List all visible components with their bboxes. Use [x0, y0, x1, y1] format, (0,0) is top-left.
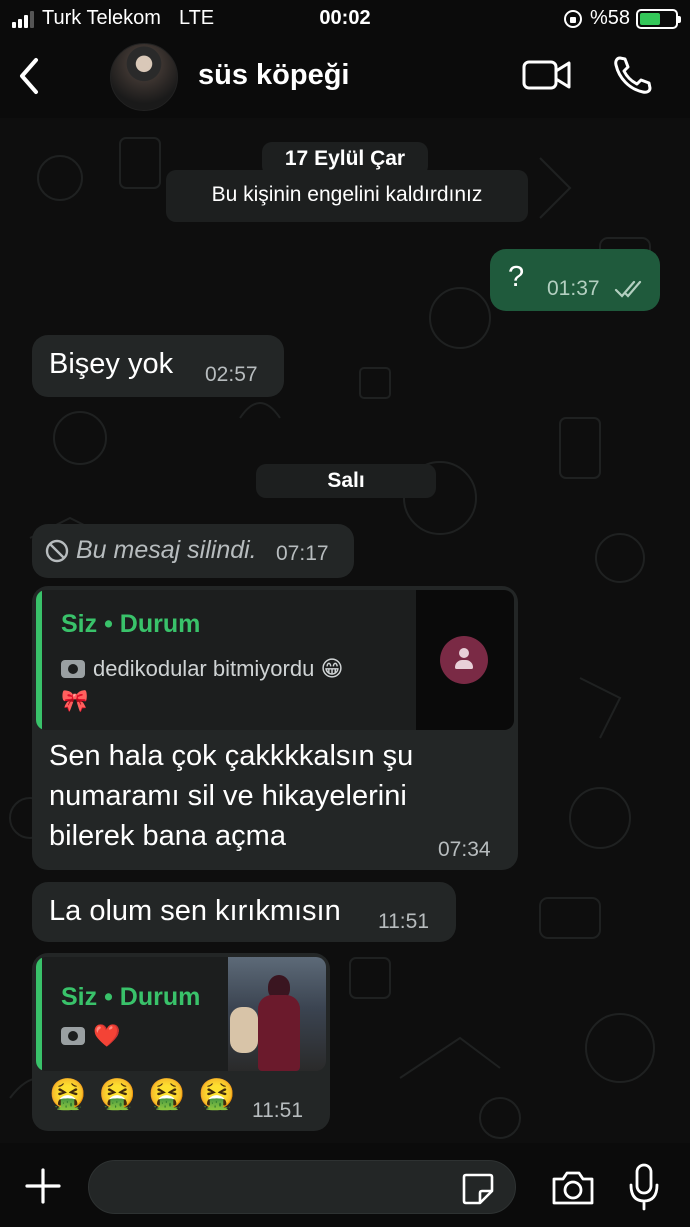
battery-percent: %58 [589, 7, 630, 29]
battery-icon [636, 8, 681, 29]
microphone-icon[interactable] [628, 1163, 660, 1211]
plus-icon[interactable] [24, 1167, 62, 1205]
message-bubble-incoming[interactable]: Siz • Durum ❤️ 🤮 🤮 🤮 🤮 11:51 [32, 953, 330, 1131]
system-note-text: Bu kişinin engelini kaldırdınız [211, 183, 483, 206]
quote-text-2: 🎀 [61, 688, 89, 713]
date-label: Salı [327, 469, 365, 492]
message-bubble-incoming[interactable]: Bişey yok 02:57 [32, 335, 284, 397]
video-camera-icon[interactable] [522, 58, 572, 92]
quote-title: Siz • Durum [61, 610, 201, 638]
quote-caption-2: 🎀 [61, 688, 88, 714]
message-text: Sen hala çok çakkkkalsın şu numaramı sil… [49, 736, 413, 856]
deleted-icon [45, 539, 69, 563]
person-placeholder-icon [440, 636, 488, 684]
status-right: %58 [562, 7, 681, 30]
camera-icon[interactable] [550, 1169, 596, 1207]
message-text: ? [508, 261, 525, 293]
message-bubble-incoming[interactable]: Siz • Durum dedikodular bitmiyordu 😁 🎀 S… [32, 586, 518, 870]
message-bubble-outgoing[interactable]: ? 01:37 [490, 249, 660, 311]
date-separator: Salı [256, 464, 436, 498]
quote-thumbnail [416, 590, 514, 730]
message-line: Sen hala çok çakkkkalsın şu [49, 740, 414, 772]
phone-icon[interactable] [612, 54, 654, 96]
quoted-status[interactable]: Siz • Durum dedikodular bitmiyordu 😁 🎀 [36, 590, 514, 730]
message-time: 07:34 [438, 838, 491, 861]
double-check-icon [614, 280, 642, 298]
message-text: 🤮 🤮 🤮 🤮 [49, 1078, 238, 1111]
message-line: numaramı sil ve hikayelerini [49, 780, 407, 812]
chevron-left-icon[interactable] [14, 56, 44, 96]
sticker-icon[interactable] [460, 1171, 496, 1207]
camera-small-icon [61, 660, 85, 678]
message-time: 11:51 [252, 1099, 303, 1122]
quoted-status[interactable]: Siz • Durum ❤️ [36, 957, 326, 1071]
message-time: 11:51 [378, 910, 429, 933]
message-bubble-incoming[interactable]: La olum sen kırıkmısın 11:51 [32, 882, 456, 942]
message-time: 02:57 [205, 363, 258, 386]
quote-caption: ❤️ [61, 1023, 120, 1049]
quote-thumbnail [228, 957, 326, 1071]
message-line: bilerek bana açma [49, 820, 286, 852]
message-text: La olum sen kırıkmısın [49, 895, 341, 927]
quote-text: dedikodular bitmiyordu 😁 [93, 656, 344, 681]
status-bar: Turk Telekom LTE 00:02 %58 [0, 0, 690, 38]
camera-small-icon [61, 1027, 85, 1045]
date-label: 17 Eylül Çar [284, 147, 406, 170]
message-text: Bişey yok [49, 348, 174, 380]
chat-area[interactable]: 17 Eylül Çar Bu kişinin engelini kaldırd… [0, 118, 690, 1143]
quote-caption: dedikodular bitmiyordu 😁 [61, 656, 343, 682]
composer-bar [0, 1143, 690, 1227]
message-bubble-deleted[interactable]: Bu mesaj silindi. 07:17 [32, 524, 354, 578]
avatar[interactable] [110, 43, 178, 111]
quote-title: Siz • Durum [61, 983, 201, 1011]
system-note: Bu kişinin engelini kaldırdınız [166, 170, 528, 222]
quote-bar [36, 957, 42, 1071]
quote-bar [36, 590, 42, 730]
quote-text: ❤️ [93, 1023, 121, 1048]
orientation-lock-icon [563, 9, 582, 28]
message-time: 07:17 [276, 542, 329, 565]
chat-header: süs köpeği [0, 38, 690, 118]
message-input[interactable] [88, 1160, 516, 1214]
contact-name[interactable]: süs köpeği [198, 59, 350, 92]
message-text: Bu mesaj silindi. [76, 536, 257, 564]
message-time: 01:37 [547, 277, 600, 300]
